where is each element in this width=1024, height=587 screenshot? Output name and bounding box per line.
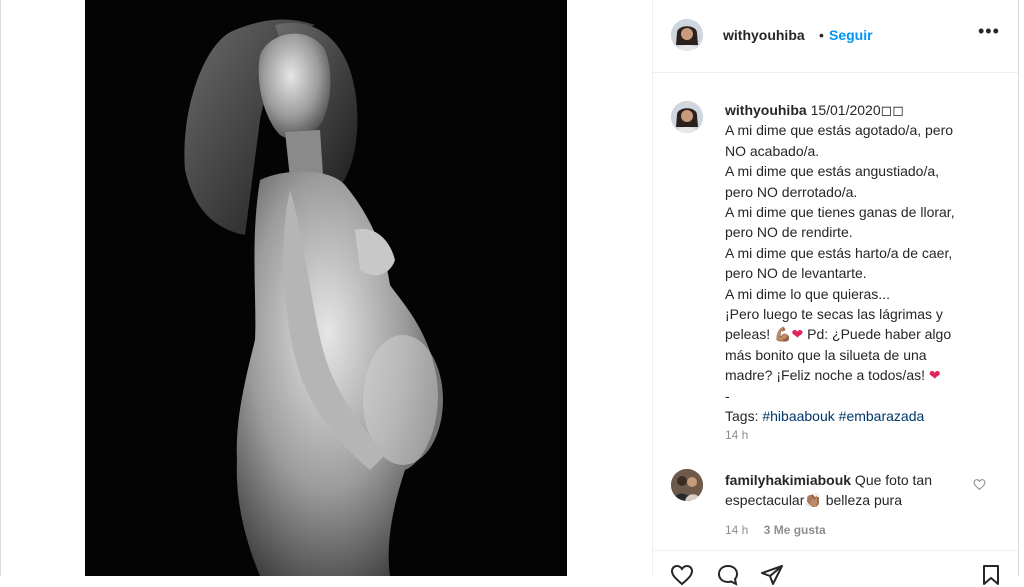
caption-text-fragment: Pd: ¿Puede haber algo — [803, 326, 952, 343]
caption-line: A mi dime que estás harto/a de caer, — [725, 244, 953, 261]
caption-date: 15/01/2020 — [810, 102, 881, 118]
caption-text-fragment: peleas! — [725, 326, 775, 343]
commenter-avatar[interactable] — [671, 469, 703, 501]
caption-author-avatar[interactable] — [671, 101, 703, 133]
avatar-image — [671, 101, 703, 133]
caption-text-fragment: madre? ¡Feliz noche a todos/as! — [725, 367, 929, 384]
hashtag-link[interactable]: #hibaabouk — [762, 408, 834, 424]
window-left-border — [0, 0, 1, 576]
flexed-biceps-emoji: 💪🏽 — [774, 326, 792, 343]
clapping-hands-emoji: 👏🏽 — [804, 492, 822, 508]
photo-illustration — [85, 0, 567, 576]
caption-line: A mi dime que estás agotado/a, pero — [725, 122, 954, 139]
caption-line: ¡Pero luego te secas las lágrimas y — [725, 306, 943, 323]
post-actions-bar — [653, 550, 1019, 586]
caption-line: madre? ¡Feliz noche a todos/as! ❤ — [725, 365, 995, 385]
commenter-username[interactable]: familyhakimiabouk — [725, 472, 851, 488]
post-timestamp[interactable]: 14 h — [725, 428, 748, 442]
caption-line: A mi dime lo que quieras... — [725, 285, 890, 302]
like-comment-heart-icon[interactable] — [973, 478, 986, 491]
avatar-image — [671, 19, 703, 51]
follow-button[interactable]: Seguir — [829, 27, 873, 43]
caption-text: withyouhiba 15/01/2020◻◻ A mi dime que e… — [725, 100, 995, 427]
caption-line: pero NO derrotado/a. — [725, 183, 858, 200]
comment-likes[interactable]: 3 Me gusta — [764, 523, 826, 537]
author-avatar[interactable] — [671, 19, 703, 51]
comment-text: familyhakimiabouk Que foto tan espectacu… — [725, 470, 965, 510]
post-photo[interactable] — [85, 0, 567, 576]
comment-text-fragment: belleza pura — [821, 492, 902, 508]
caption-line: - — [725, 387, 730, 404]
hashtag-link[interactable]: #embarazada — [839, 408, 925, 424]
save-bookmark-icon[interactable] — [979, 563, 1003, 587]
caption-date-glyphs: ◻◻ — [880, 102, 904, 118]
caption-username[interactable]: withyouhiba — [725, 102, 807, 118]
caption-tags: Tags: #hibaabouk #embarazada — [725, 406, 995, 426]
heart-emoji: ❤ — [791, 326, 804, 343]
share-icon[interactable] — [759, 563, 785, 587]
heart-emoji: ❤ — [928, 367, 941, 384]
comment-timestamp[interactable]: 14 h — [725, 523, 748, 537]
post-header: withyouhiba • Seguir ••• — [653, 0, 1019, 73]
avatar-image — [671, 469, 703, 501]
caption-line: NO acabado/a. — [725, 142, 820, 159]
caption-line: pero NO de levantarte. — [725, 265, 867, 282]
like-heart-icon[interactable] — [669, 563, 695, 587]
caption-line: más bonito que la silueta de una — [725, 346, 927, 363]
header-separator: • — [819, 27, 824, 43]
caption-line: pero NO de rendirte. — [725, 224, 853, 241]
more-options-icon[interactable]: ••• — [978, 21, 1000, 42]
comment-text-fragment: espectacular — [725, 492, 805, 508]
author-username[interactable]: withyouhiba — [723, 27, 805, 43]
caption-first-line: withyouhiba 15/01/2020◻◻ — [725, 100, 995, 120]
caption-line: A mi dime que tienes ganas de llorar, — [725, 204, 955, 221]
window-right-border — [1018, 0, 1019, 576]
comment-meta: 14 h 3 Me gusta — [725, 523, 826, 537]
tags-label: Tags: — [725, 408, 763, 425]
comment-icon[interactable] — [715, 563, 741, 587]
comment-text-fragment: Que foto tan — [851, 472, 932, 488]
caption-line: A mi dime que estás angustiado/a, — [725, 163, 940, 180]
caption-line: peleas! 💪🏽❤ Pd: ¿Puede haber algo — [725, 324, 995, 344]
post-sidebar: withyouhiba • Seguir ••• withyouhiba 15/… — [652, 0, 1019, 586]
